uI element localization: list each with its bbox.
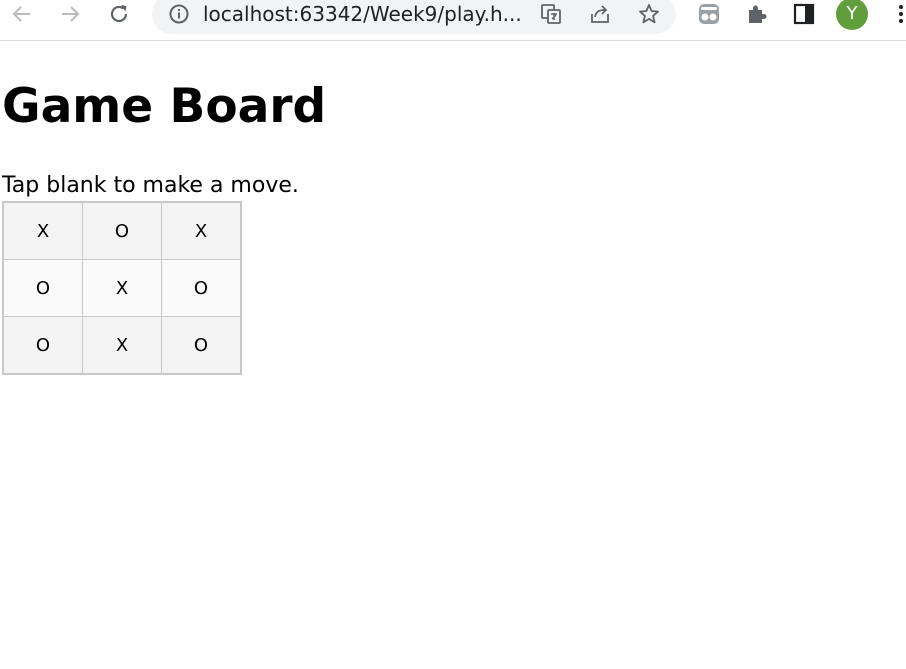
board-cell[interactable]: O: [161, 259, 242, 317]
profile-avatar[interactable]: Y: [836, 0, 868, 30]
translate-icon[interactable]: [538, 1, 564, 27]
kebab-menu-icon[interactable]: [887, 0, 906, 28]
url-text[interactable]: localhost:63342/Week9/play.h...: [203, 1, 533, 27]
board-cell[interactable]: O: [2, 316, 83, 375]
star-icon[interactable]: [636, 1, 662, 27]
board-cell[interactable]: X: [82, 316, 162, 375]
board-cell[interactable]: X: [161, 201, 242, 260]
board-cell[interactable]: X: [2, 201, 83, 260]
board-cell[interactable]: O: [2, 259, 83, 317]
arrow-left-icon[interactable]: [8, 0, 36, 28]
game-board: X O X O X O O X O: [2, 201, 242, 375]
share-icon[interactable]: [587, 1, 613, 27]
address-bar[interactable]: localhost:63342/Week9/play.h...: [152, 0, 676, 34]
reload-icon[interactable]: [105, 0, 133, 28]
page-title: Game Board: [2, 79, 327, 134]
side-panel-icon[interactable]: [790, 0, 818, 28]
board-row: O X O: [2, 316, 242, 375]
instructions-text: Tap blank to make a move.: [2, 173, 299, 198]
arrow-right-icon[interactable]: [56, 0, 84, 28]
board-cell[interactable]: O: [161, 316, 242, 375]
browser-toolbar: localhost:63342/Week9/play.h... Y: [0, 0, 906, 41]
board-row: X O X: [2, 201, 242, 260]
info-icon[interactable]: [166, 1, 192, 27]
board-cell[interactable]: O: [82, 201, 162, 260]
board-row: O X O: [2, 259, 242, 317]
puzzle-icon[interactable]: [743, 0, 771, 28]
board-cell[interactable]: X: [82, 259, 162, 317]
tampermonkey-icon[interactable]: [695, 0, 723, 28]
